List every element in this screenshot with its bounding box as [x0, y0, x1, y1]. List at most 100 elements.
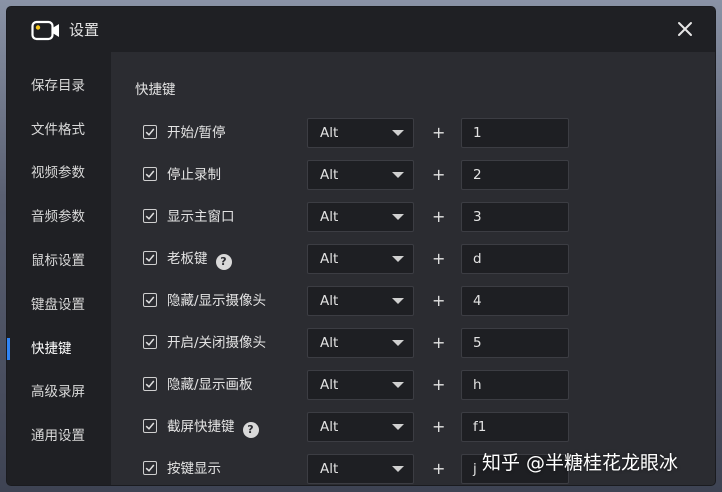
sidebar-item-label: 视频参数 [31, 165, 85, 181]
modifier-dropdown[interactable]: Alt [307, 244, 414, 274]
modifier-value: Alt [320, 461, 339, 477]
modifier-dropdown[interactable]: Alt [307, 202, 414, 232]
sidebar-item-label: 文件格式 [31, 122, 85, 138]
hotkey-checkbox[interactable] [143, 461, 157, 475]
plus-sign: + [432, 459, 446, 478]
modifier-dropdown[interactable]: Alt [307, 328, 414, 358]
hotkey-label-text: 老板键 [167, 251, 208, 267]
key-value: j [473, 461, 477, 477]
watermark-text: 知乎 @半糖桂花龙眼冰 [482, 452, 679, 474]
checkmark-icon [145, 422, 155, 430]
settings-dialog: 设置 保存目录文件格式视频参数音频参数 鼠标设置键盘设置快捷键高级录屏通用设置 快… [7, 7, 715, 485]
sidebar-item-label: 键盘设置 [31, 297, 85, 313]
key-input[interactable]: 4 [461, 286, 569, 316]
hotkey-checkbox[interactable] [143, 335, 157, 349]
plus-sign: + [432, 123, 446, 142]
checkmark-icon [145, 296, 155, 304]
chevron-down-icon [392, 382, 404, 388]
chevron-down-icon [392, 424, 404, 430]
hotkey-row: 停止录制 Alt +2 [111, 160, 715, 190]
sidebar-item[interactable]: 鼠标设置 [7, 239, 111, 283]
hotkey-label: 老板键? [167, 249, 232, 270]
hotkey-row: 开始/暂停 Alt +1 [111, 118, 715, 148]
hotkey-checkbox[interactable] [143, 377, 157, 391]
checkmark-icon [145, 338, 155, 346]
checkmark-icon [145, 212, 155, 220]
sidebar-item[interactable]: 快捷键 [7, 327, 111, 371]
hotkey-label-text: 停止录制 [167, 167, 221, 183]
sidebar-item-label: 高级录屏 [31, 384, 85, 400]
active-indicator [7, 338, 10, 360]
chevron-down-icon [392, 214, 404, 220]
plus-sign: + [432, 417, 446, 436]
hotkey-checkbox[interactable] [143, 125, 157, 139]
modifier-value: Alt [320, 167, 339, 183]
close-icon[interactable] [673, 17, 697, 41]
hotkey-label-text: 隐藏/显示画板 [167, 377, 253, 393]
title-bar: 设置 [7, 7, 715, 52]
sidebar-item[interactable]: 文件格式 [7, 108, 111, 152]
chevron-down-icon [392, 172, 404, 178]
chevron-down-icon [392, 256, 404, 262]
plus-sign: + [432, 333, 446, 352]
hotkey-row: 截屏快捷键? Alt + f1 [111, 412, 715, 442]
hotkey-label: 按键显示 [167, 459, 221, 479]
checkmark-icon [145, 128, 155, 136]
key-input[interactable]: 1 [461, 118, 569, 148]
hotkey-label-text: 隐藏/显示摄像头 [167, 293, 267, 309]
window-title: 设置 [69, 21, 100, 39]
chevron-down-icon [392, 130, 404, 136]
modifier-dropdown[interactable]: Alt [307, 454, 414, 484]
question-icon[interactable]: ? [215, 254, 232, 270]
hotkey-label-text: 开启/关闭摄像头 [167, 335, 267, 351]
key-input[interactable]: 5 [461, 328, 569, 358]
sidebar: 保存目录文件格式视频参数音频参数 鼠标设置键盘设置快捷键高级录屏通用设置 [7, 52, 111, 485]
chevron-down-icon [392, 340, 404, 346]
hotkey-checkbox[interactable] [143, 419, 157, 433]
key-value: 3 [473, 209, 482, 225]
key-input[interactable]: h [461, 370, 569, 400]
hotkey-label-text: 开始/暂停 [167, 125, 226, 141]
hotkey-row: 隐藏/显示摄像头 Alt +4 [111, 286, 715, 316]
key-input[interactable]: 2 [461, 160, 569, 190]
checkmark-icon [145, 380, 155, 388]
sidebar-item[interactable]: 键盘设置 [7, 283, 111, 327]
sidebar-item-label: 快捷键 [31, 341, 72, 357]
modifier-value: Alt [320, 209, 339, 225]
modifier-dropdown[interactable]: Alt [307, 286, 414, 316]
sidebar-item[interactable]: 视频参数 [7, 151, 111, 195]
plus-sign: + [432, 375, 446, 394]
modifier-dropdown[interactable]: Alt [307, 370, 414, 400]
key-value: 1 [473, 125, 482, 141]
key-input[interactable]: f1 [461, 412, 569, 442]
sidebar-item[interactable]: 音频参数 [7, 195, 111, 239]
modifier-value: Alt [320, 125, 339, 141]
hotkey-row: 开启/关闭摄像头 Alt +5 [111, 328, 715, 358]
key-value: 2 [473, 167, 482, 183]
hotkey-checkbox[interactable] [143, 293, 157, 307]
modifier-value: Alt [320, 419, 339, 435]
sidebar-item[interactable]: 保存目录 [7, 64, 111, 108]
hotkey-label: 隐藏/显示画板 [167, 375, 253, 395]
question-icon[interactable]: ? [242, 422, 259, 438]
modifier-value: Alt [320, 377, 339, 393]
modifier-dropdown[interactable]: Alt [307, 412, 414, 442]
hotkey-checkbox[interactable] [143, 167, 157, 181]
sidebar-item[interactable]: 通用设置 [7, 414, 111, 458]
hotkey-checkbox[interactable] [143, 209, 157, 223]
hotkey-label: 隐藏/显示摄像头 [167, 291, 266, 311]
hotkey-label-text: 截屏快捷键 [167, 419, 235, 435]
modifier-value: Alt [320, 251, 339, 267]
key-input[interactable]: 3 [461, 202, 569, 232]
hotkey-label: 显示主窗口 [167, 207, 235, 227]
modifier-dropdown[interactable]: Alt [307, 160, 414, 190]
checkmark-icon [145, 254, 155, 262]
key-value: 4 [473, 293, 482, 309]
sidebar-item[interactable]: 高级录屏 [7, 370, 111, 414]
hotkey-label: 开启/关闭摄像头 [167, 333, 266, 353]
hotkey-label-text: 按键显示 [167, 461, 221, 477]
modifier-dropdown[interactable]: Alt [307, 118, 414, 148]
plus-sign: + [432, 249, 446, 268]
key-input[interactable]: d [461, 244, 569, 274]
hotkey-checkbox[interactable] [143, 251, 157, 265]
